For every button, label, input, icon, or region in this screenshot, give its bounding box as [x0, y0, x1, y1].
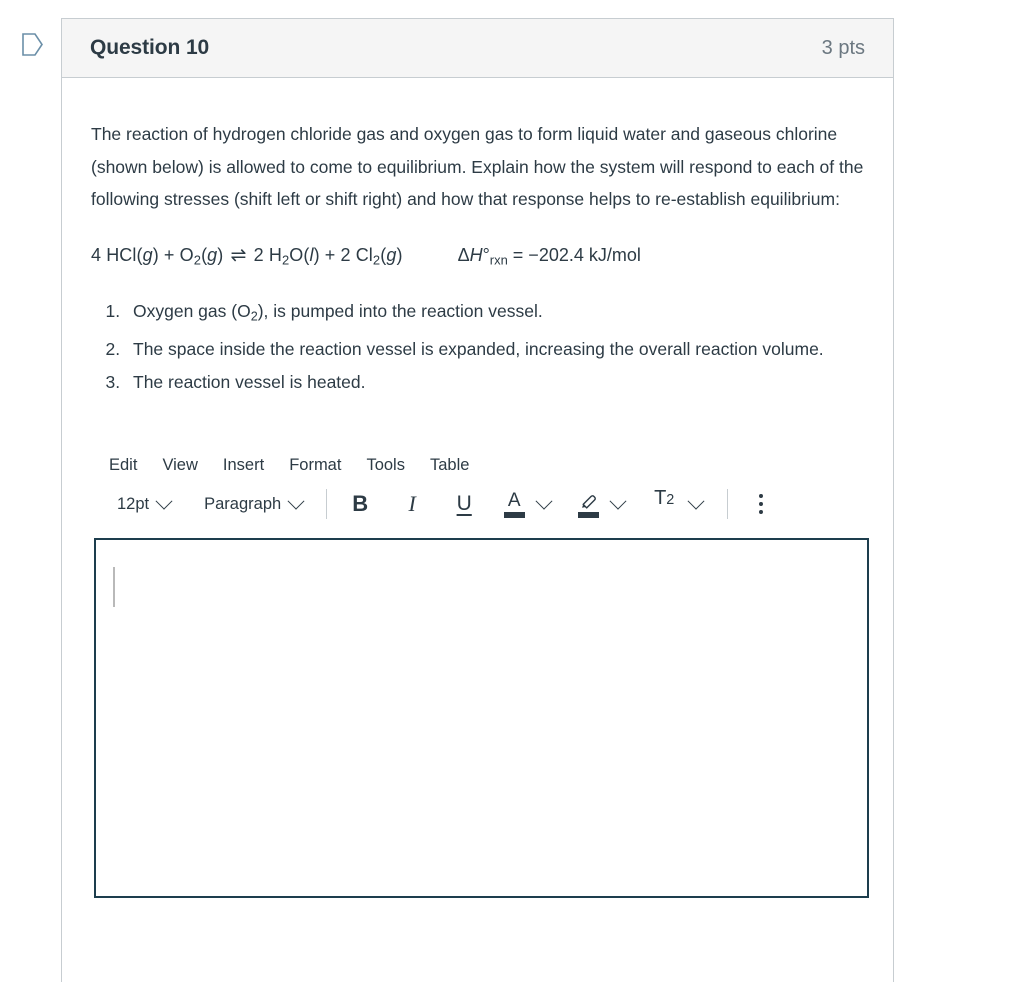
superscript-button[interactable]: T2 [647, 487, 681, 521]
text-color-glyph: A [507, 489, 521, 511]
question-points: 3 pts [821, 36, 865, 59]
menu-item-view[interactable]: View [162, 456, 197, 475]
editor-menubar: Edit View Insert Format Tools Table [91, 450, 864, 480]
chevron-down-icon [155, 492, 173, 510]
list-item: The reaction vessel is heated. [125, 366, 864, 399]
text-color-button[interactable]: A [499, 487, 529, 521]
text-cursor [113, 567, 115, 608]
equation-expression: 4 HCl(g) + O2(g) ⇌ 2 H2O(l) + 2 Cl2(g) [91, 244, 403, 268]
underline-button[interactable]: U [447, 487, 481, 521]
list-item: The space inside the reaction vessel is … [125, 333, 864, 366]
equation-sub-cl2: 2 [372, 252, 381, 268]
menu-item-edit[interactable]: Edit [109, 456, 137, 475]
stress-1-sub: 2 [250, 309, 258, 324]
menu-item-tools[interactable]: Tools [366, 456, 405, 475]
equation-part-2: ) + O [152, 244, 194, 265]
chemical-equation: 4 HCl(g) + O2(g) ⇌ 2 H2O(l) + 2 Cl2(g) ΔH… [91, 242, 864, 274]
question-title: Question 10 [90, 36, 210, 59]
font-size-select[interactable]: 12pt [109, 491, 178, 518]
stress-1-before: Oxygen gas (O [133, 301, 251, 322]
kebab-dot [759, 502, 764, 507]
toolbar-separator [326, 489, 328, 520]
equation-state-g2: g [207, 244, 218, 265]
question-page: Question 10 3 pts The reaction of hydrog… [0, 0, 1024, 982]
left-gutter [0, 0, 60, 982]
bookmark-flag-icon[interactable] [22, 33, 43, 56]
block-format-select[interactable]: Paragraph [196, 491, 310, 518]
equation-part-1: 4 HCl( [91, 244, 143, 265]
question-prompt: The reaction of hydrogen chloride gas an… [91, 124, 864, 209]
enthalpy-subscript: rxn [489, 252, 508, 268]
chevron-down-icon [287, 492, 305, 510]
equation-state-g1: g [142, 244, 153, 265]
enthalpy-delta: Δ [457, 244, 470, 265]
equation-part-5: ) + 2 Cl [313, 244, 373, 265]
equation-part-6: ) [396, 244, 403, 265]
bold-button[interactable]: B [343, 487, 377, 521]
menu-item-insert[interactable]: Insert [223, 456, 264, 475]
list-item: Oxygen gas (O2), is pumped into the reac… [125, 295, 864, 333]
menu-item-format[interactable]: Format [289, 456, 341, 475]
question-header: Question 10 3 pts [62, 19, 893, 78]
block-format-value: Paragraph [204, 494, 282, 513]
question-card: Question 10 3 pts The reaction of hydrog… [61, 18, 894, 982]
more-options-icon[interactable] [744, 487, 778, 521]
question-body: The reaction of hydrogen chloride gas an… [62, 78, 893, 899]
answer-textarea[interactable] [94, 538, 869, 899]
chevron-down-icon [687, 492, 705, 510]
text-color-dropdown[interactable] [529, 487, 559, 521]
toolbar-separator [727, 489, 729, 520]
italic-button[interactable]: I [395, 487, 429, 521]
highlight-color-dropdown[interactable] [603, 487, 633, 521]
highlighter-icon [579, 491, 598, 510]
font-size-value: 12pt [117, 494, 150, 513]
editor-toolbar: 12pt Paragraph B I U A T 2 [91, 480, 864, 528]
equation-sub-o2: 2 [193, 252, 202, 268]
equation-part-3: 2 H [253, 244, 282, 265]
superscript-exponent: 2 [666, 492, 675, 509]
highlight-color-button[interactable] [573, 487, 603, 521]
equation-state-g3: g [386, 244, 397, 265]
chevron-down-icon [609, 492, 627, 510]
text-color-swatch [503, 511, 525, 518]
kebab-dot [759, 494, 764, 499]
kebab-dot [759, 510, 764, 515]
equilibrium-arrow-icon: ⇌ [230, 244, 247, 266]
enthalpy-degree: ° [482, 244, 490, 265]
enthalpy-value: ΔH°rxn = −202.4 kJ/mol [457, 244, 641, 268]
equation-part-4: O( [289, 244, 310, 265]
superscript-glyph: T [654, 487, 667, 510]
menu-item-table[interactable]: Table [430, 456, 469, 475]
enthalpy-h: H [469, 244, 483, 265]
stress-list: Oxygen gas (O2), is pumped into the reac… [91, 295, 864, 398]
superscript-dropdown[interactable] [681, 487, 711, 521]
stress-1-after: ), is pumped into the reaction vessel. [257, 301, 543, 322]
enthalpy-number: = −202.4 kJ/mol [507, 244, 641, 265]
highlight-color-swatch [577, 511, 599, 518]
chevron-down-icon [535, 492, 553, 510]
rich-content-editor: Edit View Insert Format Tools Table 12pt… [91, 450, 869, 899]
